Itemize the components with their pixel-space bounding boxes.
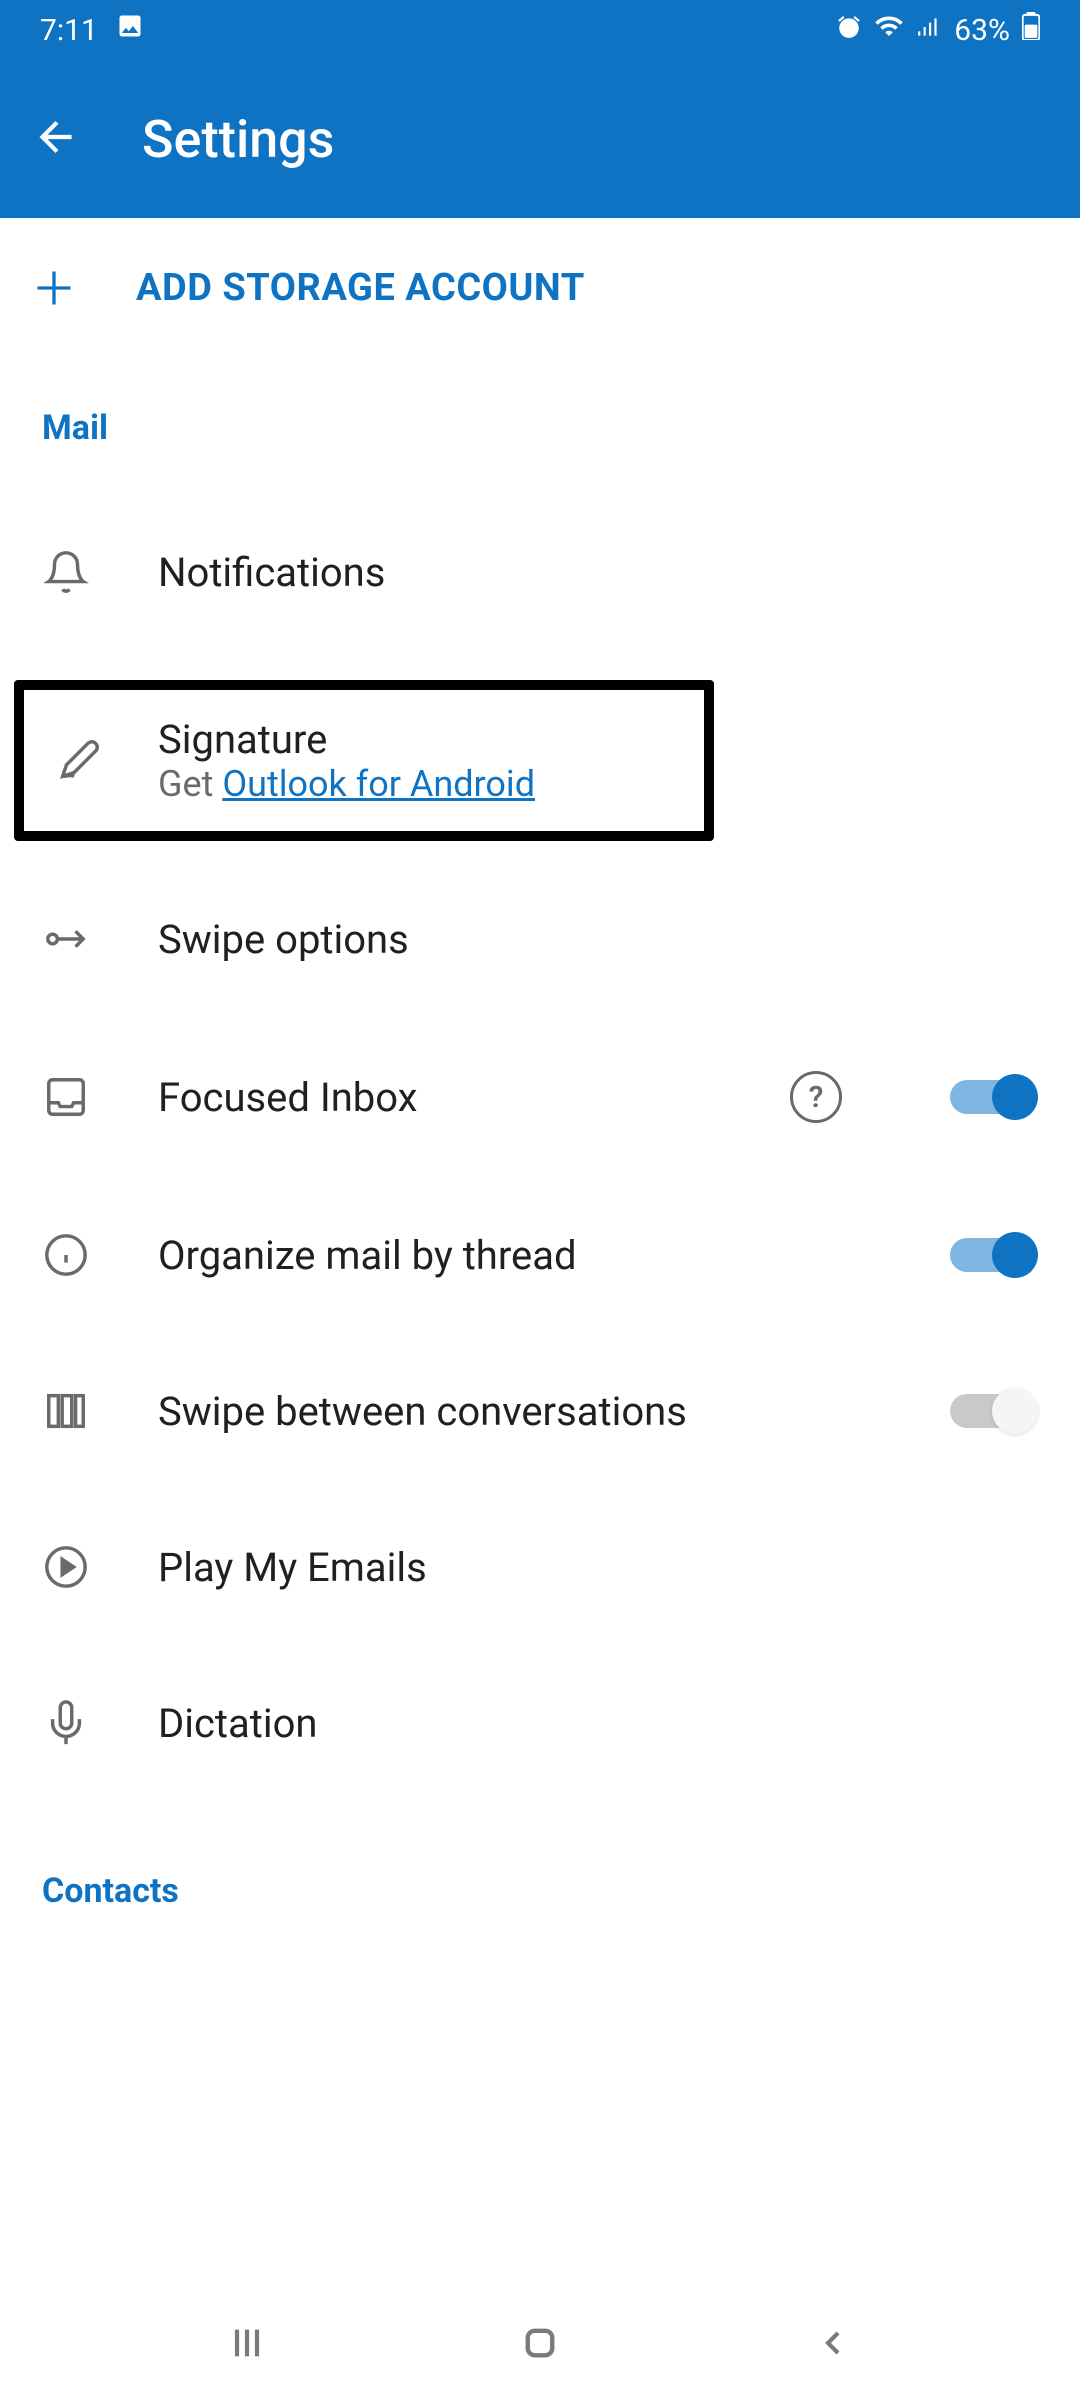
signature-row[interactable]: Signature Get Outlook for Android [24, 690, 704, 831]
page-title: Settings [142, 109, 334, 170]
swipe-conversations-toggle[interactable] [950, 1387, 1038, 1435]
help-icon[interactable]: ? [790, 1071, 842, 1123]
alarm-icon [836, 13, 862, 48]
columns-icon [42, 1387, 90, 1435]
home-button[interactable] [510, 2313, 570, 2373]
pen-icon [54, 737, 102, 785]
back-button[interactable] [32, 112, 82, 166]
signature-label: Signature [158, 716, 674, 763]
swipe-conversations-row[interactable]: Swipe between conversations [0, 1333, 1080, 1489]
swipe-icon [42, 915, 90, 963]
info-icon [42, 1231, 90, 1279]
swipe-conversations-label: Swipe between conversations [158, 1388, 882, 1435]
status-right: 63% [836, 11, 1040, 49]
focused-inbox-row[interactable]: Focused Inbox ? [0, 1017, 1080, 1177]
organize-thread-toggle[interactable] [950, 1231, 1038, 1279]
swipe-options-label: Swipe options [158, 916, 1038, 963]
swipe-options-row[interactable]: Swipe options [0, 861, 1080, 1017]
focused-inbox-label: Focused Inbox [158, 1074, 722, 1121]
notifications-row[interactable]: Notifications [0, 458, 1080, 650]
organize-thread-label: Organize mail by thread [158, 1232, 882, 1279]
section-header-mail: Mail [0, 358, 1080, 458]
nav-back-button[interactable] [803, 2313, 863, 2373]
signature-highlight-box: Signature Get Outlook for Android [14, 680, 714, 841]
signature-subtitle-prefix: Get [158, 763, 222, 805]
status-time: 7:11 [40, 13, 98, 48]
status-left: 7:11 [40, 12, 144, 48]
section-header-contacts: Contacts [0, 1801, 1080, 1921]
organize-thread-row[interactable]: Organize mail by thread [0, 1177, 1080, 1333]
system-nav-bar [0, 2278, 1080, 2408]
signature-subtitle: Get Outlook for Android [158, 763, 674, 805]
dictation-row[interactable]: Dictation [0, 1645, 1080, 1801]
plus-icon [32, 266, 76, 310]
picture-notification-icon [116, 12, 144, 48]
wifi-icon [874, 11, 904, 49]
play-emails-row[interactable]: Play My Emails [0, 1489, 1080, 1645]
notifications-label: Notifications [158, 549, 1038, 596]
focused-inbox-toggle[interactable] [950, 1073, 1038, 1121]
signal-icon [916, 13, 942, 48]
content: ADD STORAGE ACCOUNT Mail Notifications S… [0, 218, 1080, 1921]
dictation-label: Dictation [158, 1700, 1038, 1747]
status-bar: 7:11 63% [0, 0, 1080, 60]
add-storage-account-row[interactable]: ADD STORAGE ACCOUNT [0, 218, 1080, 358]
signature-subtitle-link[interactable]: Outlook for Android [222, 763, 535, 805]
play-icon [42, 1543, 90, 1591]
battery-percent: 63% [954, 13, 1010, 48]
battery-icon [1022, 12, 1040, 48]
app-header: Settings [0, 60, 1080, 218]
bell-icon [42, 548, 90, 596]
play-emails-label: Play My Emails [158, 1544, 1038, 1591]
add-storage-label: ADD STORAGE ACCOUNT [136, 266, 585, 310]
recent-apps-button[interactable] [217, 2313, 277, 2373]
microphone-icon [42, 1699, 90, 1747]
inbox-icon [42, 1073, 90, 1121]
